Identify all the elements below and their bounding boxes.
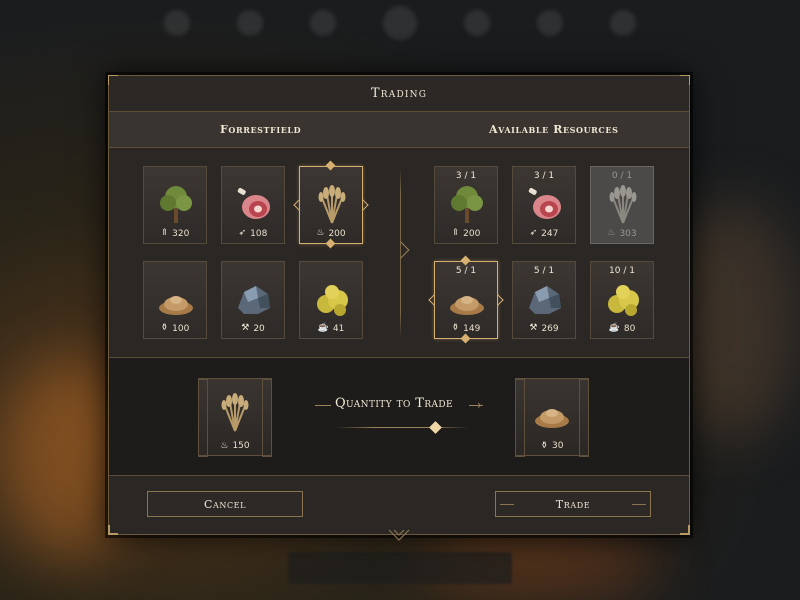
own-resource-meat[interactable]: ➶ 108 bbox=[221, 166, 285, 244]
bottom-ornament-icon bbox=[388, 529, 410, 541]
quantity-slider-track[interactable] bbox=[335, 427, 469, 428]
market-resource-wood[interactable]: 3 / 1 ⇑ 200 bbox=[434, 166, 498, 244]
own-resource-flour[interactable]: ⚱ 100 bbox=[143, 261, 207, 339]
wood-stat-icon: ⇑ bbox=[451, 228, 460, 238]
flour-stat-icon: ⚱ bbox=[451, 323, 460, 333]
trade-button[interactable]: Trade bbox=[495, 491, 651, 517]
wheat-icon bbox=[318, 185, 346, 224]
wheat-icon bbox=[609, 185, 637, 224]
dialog-title: Trading bbox=[370, 86, 428, 101]
exchange-ratio: 10 / 1 bbox=[609, 266, 635, 276]
market-resource-gold[interactable]: 10 / 1 ☕ 80 bbox=[590, 261, 654, 339]
flour-stat-icon: ⚱ bbox=[540, 441, 549, 451]
hud-icon bbox=[610, 10, 637, 36]
market-resource-wheat: 0 / 1 ♨ 303 bbox=[590, 166, 654, 244]
own-resource-wheat[interactable]: ♨ 200 bbox=[299, 166, 363, 244]
meat-icon bbox=[528, 188, 561, 219]
available-resources-title: Available Resources bbox=[489, 123, 619, 136]
column-headers: Forrestfield Available Resources bbox=[109, 112, 689, 148]
market-resource-meat[interactable]: 3 / 1 ➶ 247 bbox=[512, 166, 576, 244]
trading-dialog: Trading Forrestfield Available Resources… bbox=[108, 75, 690, 541]
label-rule bbox=[315, 405, 331, 406]
meat-stat-icon: ➶ bbox=[529, 228, 538, 238]
receive-count: 30 bbox=[552, 441, 564, 451]
tree-icon bbox=[160, 186, 192, 223]
quantity-to-trade-label: Quantity to Trade bbox=[335, 396, 454, 411]
exchange-ratio: 0 / 1 bbox=[611, 171, 633, 181]
gold-ore-icon bbox=[317, 285, 348, 316]
resource-count: 149 bbox=[463, 323, 481, 334]
resource-grid-area: ⇑ 320 ➶ 108 ♨ 200 ⚱ 100 ⚒ 20 ☕ 41 3 / 1 … bbox=[109, 148, 689, 358]
wheat-icon bbox=[221, 393, 249, 432]
resource-count: 41 bbox=[332, 323, 345, 334]
dialog-title-bar: Trading bbox=[109, 76, 689, 112]
hud-icon bbox=[382, 6, 417, 40]
resource-count: 200 bbox=[328, 228, 346, 239]
hud-icon bbox=[464, 10, 491, 36]
arrow-right-icon: › bbox=[477, 398, 482, 412]
resource-count: 269 bbox=[541, 323, 559, 334]
market-resource-flour[interactable]: 5 / 1 ⚱ 149 bbox=[434, 261, 498, 339]
gold-ore-icon bbox=[608, 285, 639, 316]
corner-ornament bbox=[680, 525, 690, 535]
hud-icon bbox=[236, 10, 263, 36]
flour-icon bbox=[450, 296, 484, 315]
give-resource-slot[interactable]: ♨ 150 bbox=[198, 378, 272, 457]
flour-icon bbox=[159, 296, 193, 315]
cancel-button[interactable]: Cancel bbox=[147, 491, 303, 517]
gold-stat-icon: ☕ bbox=[317, 323, 329, 333]
market-resource-iron[interactable]: 5 / 1 ⚒ 269 bbox=[512, 261, 576, 339]
own-resource-wood[interactable]: ⇑ 320 bbox=[143, 166, 207, 244]
corner-ornament bbox=[108, 525, 118, 535]
resource-count: 320 bbox=[172, 228, 190, 239]
iron-ore-icon bbox=[529, 286, 561, 314]
resource-count: 108 bbox=[250, 228, 268, 239]
resource-count: 100 bbox=[172, 323, 190, 334]
exchange-ratio: 5 / 1 bbox=[533, 266, 555, 276]
own-resource-iron[interactable]: ⚒ 20 bbox=[221, 261, 285, 339]
bottom-hud-bar bbox=[288, 552, 512, 584]
hud-icon bbox=[163, 10, 190, 36]
iron-ore-icon bbox=[238, 286, 270, 314]
hud-icon bbox=[309, 10, 336, 36]
flour-icon bbox=[535, 409, 569, 428]
wheat-stat-icon: ♨ bbox=[220, 441, 229, 451]
exchange-ratio: 3 / 1 bbox=[455, 171, 477, 181]
own-resource-gold[interactable]: ☕ 41 bbox=[299, 261, 363, 339]
resource-count: 303 bbox=[619, 228, 637, 239]
resource-count: 247 bbox=[541, 228, 559, 239]
tree-icon bbox=[451, 186, 483, 223]
iron-stat-icon: ⚒ bbox=[241, 323, 250, 333]
meat-icon bbox=[237, 188, 270, 219]
resource-count: 80 bbox=[623, 323, 636, 334]
wheat-stat-icon: ♨ bbox=[607, 228, 616, 238]
flour-stat-icon: ⚱ bbox=[160, 323, 169, 333]
trade-area: ♨ 150 Quantity to Trade › ⚱ 30 bbox=[109, 358, 689, 476]
wheat-stat-icon: ♨ bbox=[316, 228, 325, 238]
meat-stat-icon: ➶ bbox=[238, 228, 247, 238]
give-count: 150 bbox=[232, 441, 250, 451]
exchange-ratio: 5 / 1 bbox=[455, 266, 477, 276]
wood-stat-icon: ⇑ bbox=[160, 228, 169, 238]
hud-icon bbox=[537, 10, 564, 36]
receive-resource-slot[interactable]: ⚱ 30 bbox=[515, 378, 589, 457]
top-hud-bar bbox=[140, 0, 660, 46]
settlement-title: Forrestfield bbox=[220, 123, 302, 136]
resource-count: 200 bbox=[463, 228, 481, 239]
iron-stat-icon: ⚒ bbox=[529, 323, 538, 333]
exchange-ratio: 3 / 1 bbox=[533, 171, 555, 181]
resource-count: 20 bbox=[253, 323, 265, 334]
gold-stat-icon: ☕ bbox=[608, 323, 620, 333]
divider-arrow-icon bbox=[392, 241, 410, 259]
quantity-slider-handle[interactable] bbox=[429, 421, 442, 434]
